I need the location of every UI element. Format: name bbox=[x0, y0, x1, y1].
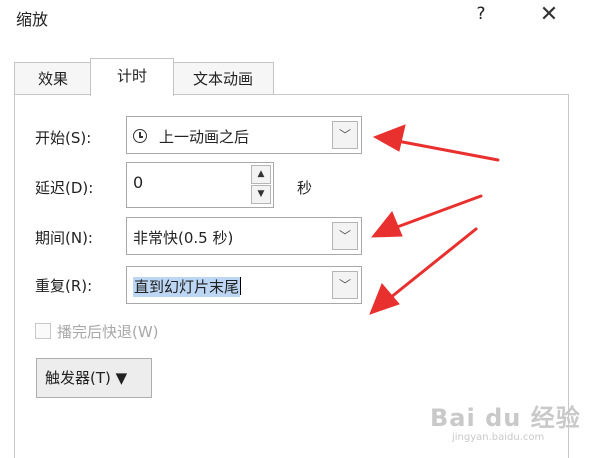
start-label: 开始(S): bbox=[35, 129, 92, 147]
start-select[interactable]: 上一动画之后 ﹀ bbox=[126, 116, 362, 154]
delay-unit: 秒 bbox=[297, 179, 313, 197]
tab-effect[interactable]: 效果 bbox=[14, 62, 92, 95]
chevron-down-icon[interactable]: ﹀ bbox=[332, 121, 358, 149]
clock-icon bbox=[133, 129, 147, 143]
watermark: Bai du 经验 jingyan.baidu.com bbox=[430, 398, 581, 443]
checkbox-box[interactable] bbox=[35, 323, 51, 339]
rewind-checkbox[interactable]: 播完后快退(W) bbox=[35, 321, 159, 342]
help-button[interactable]: ? bbox=[470, 4, 492, 28]
dialog-title: 缩放 bbox=[16, 10, 49, 29]
tab-timing[interactable]: 计时 bbox=[90, 58, 174, 96]
close-button[interactable]: ✕ bbox=[536, 2, 562, 30]
duration-value: 非常快(0.5 秒) bbox=[133, 229, 234, 247]
spin-up-icon[interactable]: ▲ bbox=[251, 165, 271, 184]
watermark-url: jingyan.baidu.com bbox=[452, 432, 545, 443]
repeat-value[interactable]: 直到幻灯片末尾 bbox=[133, 277, 241, 297]
repeat-select[interactable]: 直到幻灯片末尾 ﹀ bbox=[126, 266, 362, 304]
delay-label: 延迟(D): bbox=[35, 179, 94, 197]
rewind-label: 播完后快退(W) bbox=[57, 323, 159, 341]
repeat-label: 重复(R): bbox=[35, 277, 93, 295]
trigger-button[interactable]: 触发器(T) ▼ bbox=[36, 358, 152, 398]
start-value: 上一动画之后 bbox=[159, 128, 250, 146]
text-caret bbox=[240, 277, 242, 295]
tab-text-animation[interactable]: 文本动画 bbox=[172, 62, 274, 95]
animation-options-dialog: 缩放 ? ✕ 效果 计时 文本动画 开始(S): 上一动画之后 ﹀ 延迟(D):… bbox=[0, 0, 589, 458]
watermark-brand: Bai du 经验 bbox=[430, 404, 581, 432]
spin-down-icon[interactable]: ▼ bbox=[251, 185, 271, 204]
duration-label: 期间(N): bbox=[35, 229, 93, 247]
delay-value[interactable]: 0 bbox=[133, 173, 143, 192]
delay-spinner[interactable]: 0 ▲ ▼ bbox=[126, 162, 274, 208]
chevron-down-icon[interactable]: ﹀ bbox=[332, 271, 358, 299]
duration-select[interactable]: 非常快(0.5 秒) ﹀ bbox=[126, 217, 362, 255]
chevron-down-icon[interactable]: ﹀ bbox=[332, 222, 358, 250]
